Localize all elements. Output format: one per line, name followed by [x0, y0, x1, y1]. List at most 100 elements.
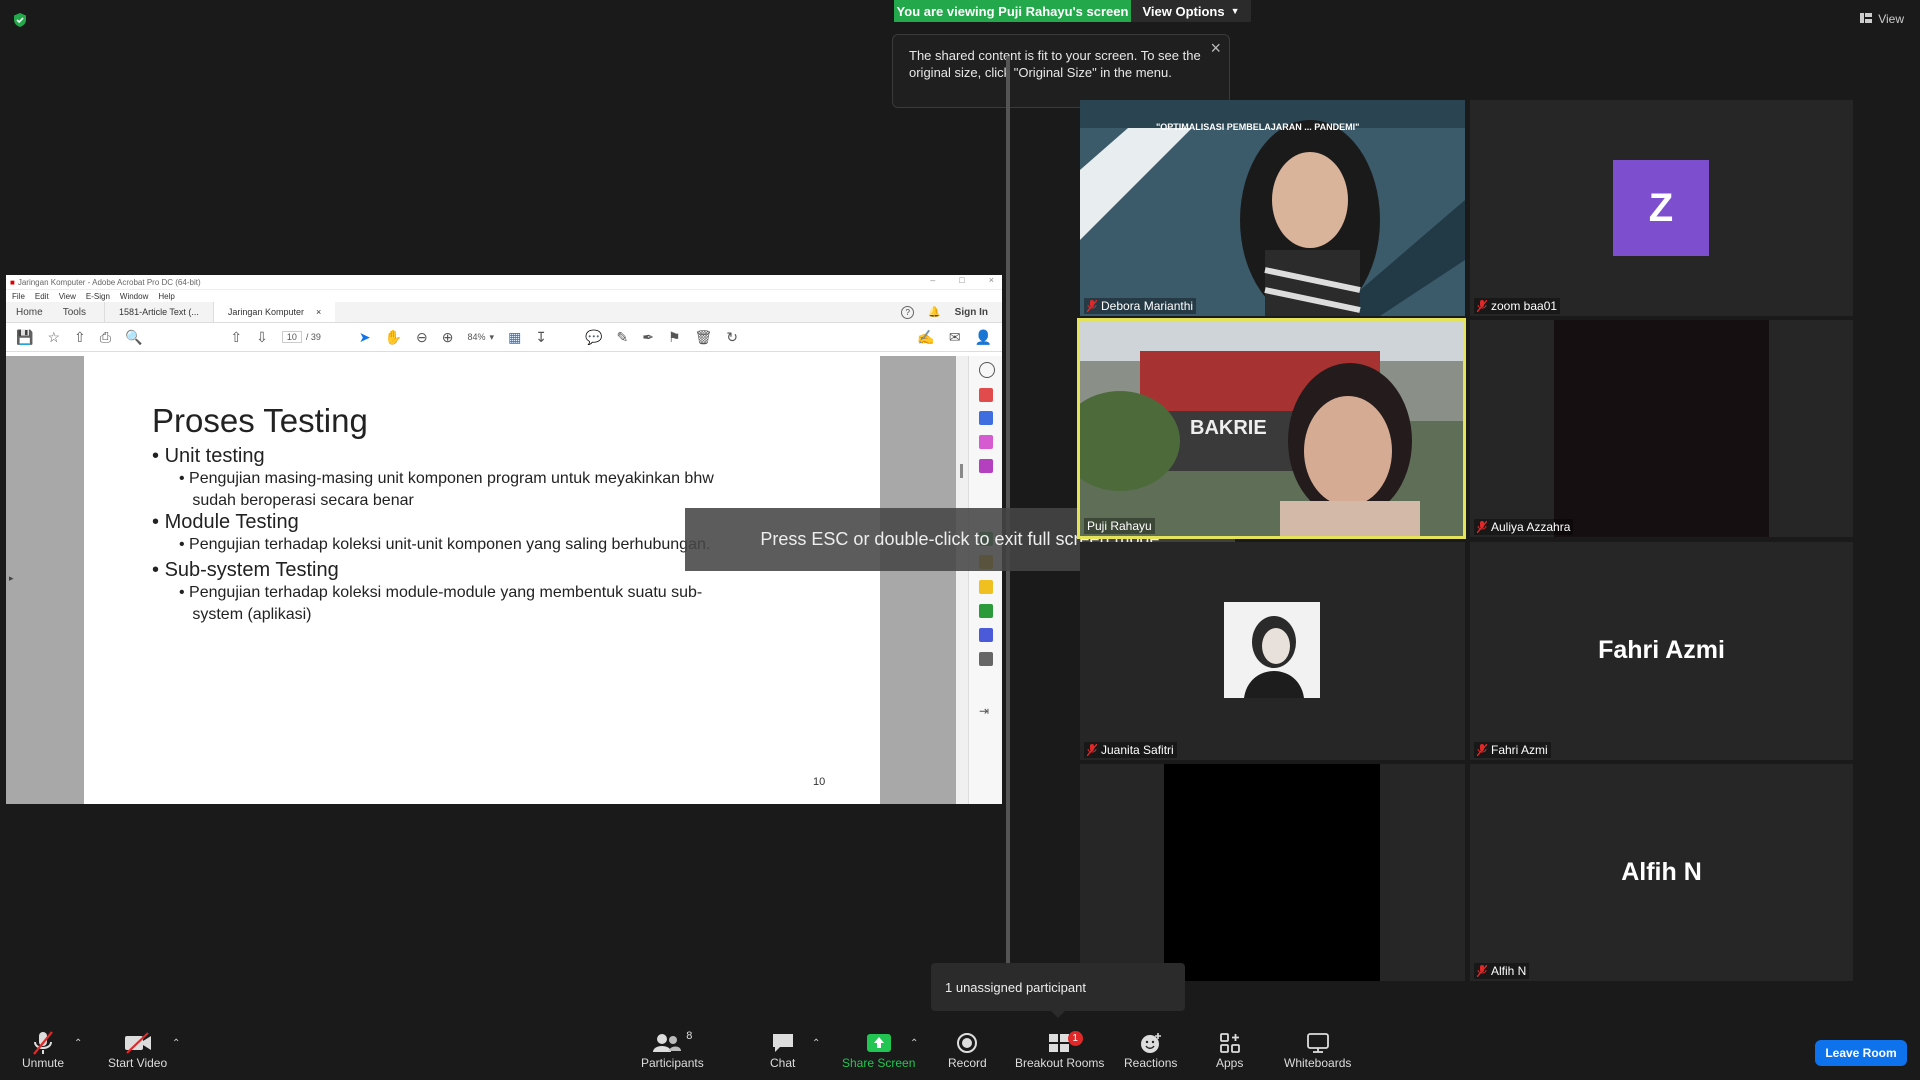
unmute-button[interactable]: Unmute: [22, 1030, 64, 1070]
reactions-button[interactable]: Reactions: [1124, 1030, 1177, 1070]
reactions-label: Reactions: [1124, 1056, 1178, 1070]
scrollbar-thumb[interactable]: [960, 464, 963, 478]
export-pdf-icon[interactable]: [979, 388, 993, 402]
page-number-input[interactable]: 10: [281, 331, 302, 343]
audio-options-caret-icon[interactable]: ⌃: [74, 1038, 82, 1049]
video-tile-alfih-n[interactable]: Alfih N Alfih N: [1470, 764, 1853, 981]
collapse-pane-icon[interactable]: ⇥: [979, 704, 993, 718]
video-tile-unnamed[interactable]: [1080, 764, 1465, 981]
comment-icon[interactable]: 💬: [585, 329, 602, 346]
muted-mic-icon: [32, 1030, 54, 1056]
video-tile-puji-rahayu[interactable]: BAKRIE Puji Rahayu: [1077, 318, 1466, 539]
chat-options-caret-icon[interactable]: ⌃: [812, 1038, 820, 1049]
pencil-icon[interactable]: ✎: [616, 329, 628, 346]
menu-esign[interactable]: E-Sign: [86, 292, 110, 301]
video-tile-zoom-baa01[interactable]: Z zoom baa01: [1470, 100, 1853, 316]
close-icon[interactable]: ×: [989, 275, 994, 285]
left-panel-toggle-icon[interactable]: ▸: [9, 573, 14, 584]
view-options-button[interactable]: View Options ▼: [1131, 0, 1251, 22]
participant-name: Alfih N: [1491, 964, 1527, 978]
view-menu-button[interactable]: View: [1860, 12, 1904, 26]
video-tile-fahri-azmi[interactable]: Fahri Azmi Fahri Azmi: [1470, 542, 1853, 760]
fill-sign-icon[interactable]: ✍: [917, 329, 934, 346]
view-label: View: [1878, 12, 1904, 26]
sticky-note-icon[interactable]: [979, 580, 993, 594]
pdf-page: Proses Testing • Unit testing • Pengujia…: [85, 356, 880, 804]
breakout-rooms-button[interactable]: 1 Breakout Rooms: [1015, 1030, 1104, 1070]
security-shield-icon[interactable]: [12, 12, 28, 28]
edit-pdf-icon[interactable]: [979, 459, 993, 473]
page-down-icon[interactable]: ⇩: [256, 329, 268, 346]
zoom-search-icon[interactable]: 🔍: [125, 329, 142, 346]
participant-name: Debora Marianthi: [1101, 299, 1194, 313]
protect-icon[interactable]: [979, 628, 993, 642]
participant-display-name: Alfih N: [1621, 858, 1702, 886]
video-tile-juanita[interactable]: Juanita Safitri: [1080, 542, 1465, 760]
save-icon[interactable]: 💾: [16, 329, 33, 346]
record-label: Record: [948, 1056, 987, 1070]
bullet-text: Sub-system Testing: [164, 559, 339, 581]
unassigned-participant-popup[interactable]: 1 unassigned participant: [931, 963, 1185, 1011]
menu-help[interactable]: Help: [158, 292, 174, 301]
vertical-scrollbar[interactable]: [956, 356, 968, 804]
participant-name-tag: Puji Rahayu: [1084, 518, 1155, 534]
print-icon[interactable]: ⎙: [100, 329, 111, 346]
zoom-out-icon[interactable]: ⊖: [416, 329, 428, 346]
stamp-icon[interactable]: ⚑: [668, 329, 681, 346]
video-options-caret-icon[interactable]: ⌃: [172, 1038, 180, 1049]
help-icon[interactable]: ?: [901, 305, 915, 319]
organize-pages-icon[interactable]: [979, 435, 993, 449]
participants-count: 8: [686, 1030, 693, 1042]
tab-home[interactable]: Home: [6, 302, 53, 322]
bell-icon[interactable]: 🔔: [928, 307, 940, 318]
close-icon[interactable]: ×: [316, 307, 321, 317]
fit-page-icon[interactable]: ▦: [508, 329, 521, 346]
leave-room-button[interactable]: Leave Room: [1815, 1040, 1907, 1066]
zoom-in-icon[interactable]: ⊕: [442, 329, 454, 346]
acrobat-toolbar: 💾 ☆ ⇧ ⎙ 🔍 ⇧ ⇩ 10 / 39 ➤ ✋ ⊖ ⊕ 84% ▾ ▦ ↧ 💬…: [6, 323, 1002, 352]
doc-tab-article[interactable]: 1581-Article Text (...: [104, 302, 213, 322]
star-icon[interactable]: ☆: [47, 329, 60, 346]
create-pdf-icon[interactable]: [979, 411, 993, 425]
webcam-video-puji: [1080, 321, 1463, 536]
record-button[interactable]: Record: [948, 1030, 987, 1070]
page-up-icon[interactable]: ⇧: [230, 329, 242, 346]
doc-tab-jaringan[interactable]: Jaringan Komputer ×: [212, 302, 336, 322]
menu-edit[interactable]: Edit: [35, 292, 49, 301]
start-video-button[interactable]: Start Video: [108, 1030, 167, 1070]
minimize-icon[interactable]: –: [930, 275, 935, 285]
video-tile-auliya[interactable]: Auliya Azzahra: [1470, 320, 1853, 537]
mail-icon[interactable]: ✉: [949, 329, 961, 346]
menu-file[interactable]: File: [12, 292, 25, 301]
maximize-icon[interactable]: □: [959, 275, 964, 285]
trash-icon[interactable]: 🗑: [695, 329, 713, 346]
participant-name: Fahri Azmi: [1491, 743, 1548, 757]
zoom-select[interactable]: 84% ▾: [468, 332, 495, 343]
participants-button[interactable]: 8 Participants: [641, 1030, 704, 1070]
hand-icon[interactable]: ✋: [385, 329, 402, 346]
sub-bullet-unit-testing: • Pengujian masing-masing unit komponen …: [179, 470, 714, 509]
apps-button[interactable]: Apps: [1216, 1030, 1243, 1070]
select-cursor-icon[interactable]: ➤: [359, 329, 371, 346]
scroll-mode-icon[interactable]: ↧: [535, 329, 547, 346]
rotate-icon[interactable]: ↻: [726, 329, 738, 346]
page-indicator: 10 / 39: [281, 331, 321, 343]
upload-icon[interactable]: ⇧: [74, 329, 86, 346]
menu-view[interactable]: View: [59, 292, 76, 301]
video-tile-debora[interactable]: "OPTIMALISASI PEMBELAJARAN ... PANDEMI" …: [1080, 100, 1465, 316]
zoom-tool-icon[interactable]: [979, 362, 995, 378]
chat-button[interactable]: Chat: [770, 1030, 795, 1070]
share-screen-button[interactable]: Share Screen: [842, 1030, 915, 1070]
share-options-caret-icon[interactable]: ⌃: [910, 1038, 918, 1049]
sign-icon[interactable]: ✒: [642, 329, 654, 346]
close-icon[interactable]: ×: [1210, 39, 1221, 57]
print-production-icon[interactable]: [979, 604, 993, 618]
tab-tools[interactable]: Tools: [53, 302, 96, 322]
share-user-icon[interactable]: 👤: [975, 329, 992, 346]
menu-window[interactable]: Window: [120, 292, 148, 301]
participants-label: Participants: [641, 1056, 704, 1070]
whiteboards-button[interactable]: Whiteboards: [1284, 1030, 1351, 1070]
breakout-badge: 1: [1067, 1031, 1083, 1046]
sign-in-button[interactable]: Sign In: [955, 307, 988, 318]
more-tools-icon[interactable]: [979, 652, 993, 666]
